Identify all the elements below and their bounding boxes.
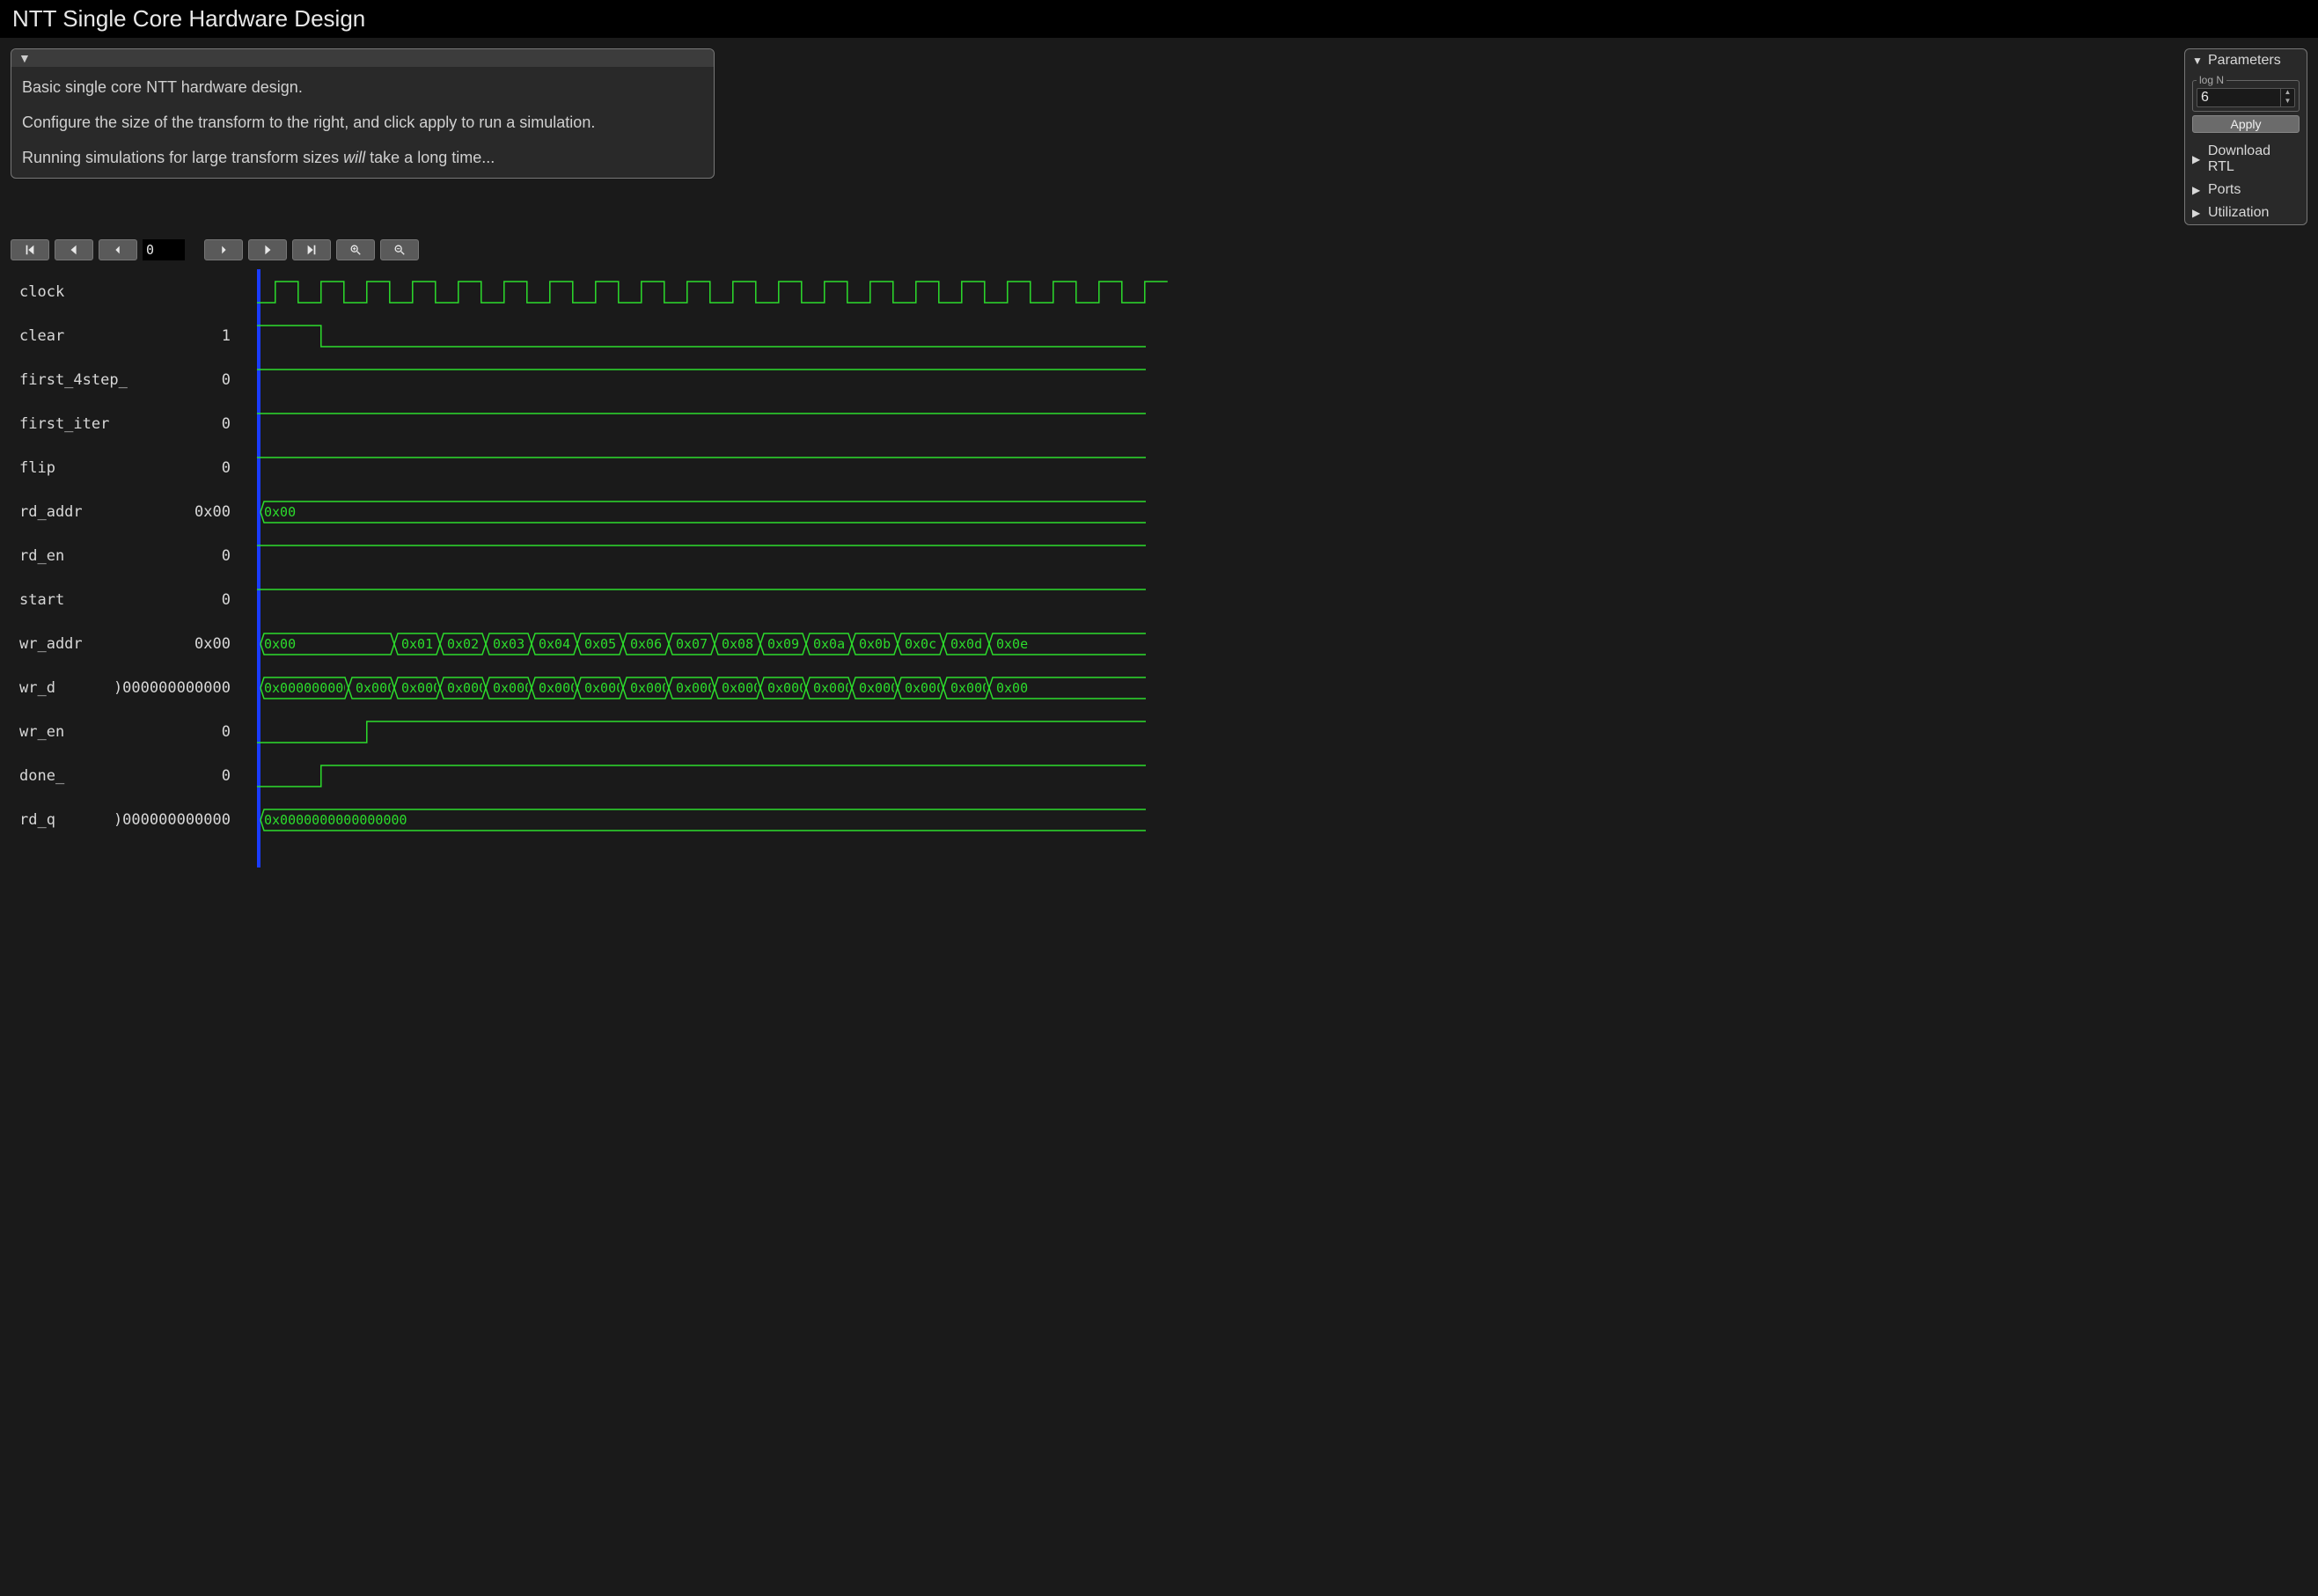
signal-row[interactable]: first_4step_ 0 — [19, 370, 231, 391]
ports-header[interactable]: ▶ Ports — [2185, 179, 2307, 201]
signal-value: 0 — [222, 459, 231, 477]
chevron-right-icon: ▶ — [2192, 207, 2203, 219]
description-panel: ▼ Basic single core NTT hardware design.… — [11, 48, 715, 179]
signal-row[interactable]: clear 1 — [19, 326, 231, 347]
desc3-em: will — [343, 149, 365, 166]
signal-name: flip — [19, 459, 55, 477]
signal-name: wr_addr — [19, 635, 83, 653]
signal-row[interactable]: rd_q )000000000000 — [19, 809, 231, 831]
signal-value: )000000000000 — [114, 679, 231, 697]
signal-value: 0 — [222, 591, 231, 609]
step-back-big-button[interactable] — [55, 239, 93, 260]
signal-name: wr_d — [19, 679, 55, 697]
signal-value: 0 — [222, 371, 231, 389]
description-line-2: Configure the size of the transform to t… — [22, 111, 703, 134]
zoom-out-button[interactable] — [380, 239, 419, 260]
signal-value: 0 — [222, 767, 231, 785]
description-toggle[interactable]: ▼ — [11, 49, 714, 67]
logn-input[interactable] — [2197, 90, 2280, 106]
download-rtl-label: Download RTL — [2208, 143, 2300, 175]
signal-value: 0 — [222, 723, 231, 741]
signal-value: 0x00 — [194, 635, 231, 653]
signal-name: rd_q — [19, 811, 55, 829]
signal-name: clock — [19, 283, 64, 301]
step-fwd-big-button[interactable] — [248, 239, 287, 260]
download-rtl-header[interactable]: ▶ Download RTL — [2185, 140, 2307, 179]
logn-stepper[interactable]: ▲ ▼ — [2197, 88, 2295, 107]
go-end-button[interactable] — [292, 239, 331, 260]
signal-value: 0 — [222, 547, 231, 565]
ports-label: Ports — [2208, 182, 2241, 198]
signal-name: done_ — [19, 767, 64, 785]
step-back-button[interactable] — [99, 239, 137, 260]
signal-row[interactable]: wr_addr 0x00 — [19, 633, 231, 655]
utilization-label: Utilization — [2208, 205, 2269, 221]
signal-value: 0x00 — [194, 503, 231, 521]
description-line-1: Basic single core NTT hardware design. — [22, 76, 703, 99]
apply-button[interactable]: Apply — [2192, 115, 2300, 133]
signal-row[interactable]: start 0 — [19, 589, 231, 611]
zoom-in-button[interactable] — [336, 239, 375, 260]
chevron-right-icon: ▶ — [2192, 153, 2203, 165]
signal-row[interactable]: done_ 0 — [19, 765, 231, 787]
signal-name: wr_en — [19, 723, 64, 741]
top-area: ▼ Basic single core NTT hardware design.… — [0, 38, 2318, 236]
signal-row[interactable]: rd_en 0 — [19, 545, 231, 567]
step-fwd-button[interactable] — [204, 239, 243, 260]
page-title: NTT Single Core Hardware Design — [0, 0, 2318, 38]
chevron-down-icon: ▼ — [2192, 55, 2203, 67]
signal-row[interactable]: first_iter 0 — [19, 414, 231, 435]
signal-row[interactable]: rd_addr 0x00 — [19, 501, 231, 523]
chevron-right-icon: ▶ — [2192, 184, 2203, 196]
desc3-pre: Running simulations for large transform … — [22, 149, 343, 166]
signal-name: start — [19, 591, 64, 609]
logn-fieldset: log N ▲ ▼ — [2192, 74, 2300, 112]
waveform-canvas[interactable]: 0x000x000x010x020x030x040x050x060x070x08… — [257, 269, 2307, 868]
signal-name: first_iter — [19, 415, 109, 433]
parameters-label: Parameters — [2208, 53, 2281, 69]
description-line-3: Running simulations for large transform … — [22, 146, 703, 169]
signal-row[interactable]: wr_en 0 — [19, 721, 231, 743]
signal-name: first_4step_ — [19, 371, 128, 389]
signal-value: )000000000000 — [114, 811, 231, 829]
parameters-header[interactable]: ▼ Parameters — [2185, 49, 2307, 72]
description-body: Basic single core NTT hardware design. C… — [11, 67, 714, 178]
signal-name: rd_addr — [19, 503, 83, 521]
logn-label: log N — [2197, 74, 2226, 86]
logn-step-down[interactable]: ▼ — [2281, 98, 2294, 106]
utilization-header[interactable]: ▶ Utilization — [2185, 201, 2307, 224]
signal-value: 0 — [222, 415, 231, 433]
signal-name: clear — [19, 327, 64, 345]
cycle-input[interactable] — [143, 239, 185, 260]
signal-row[interactable]: wr_d )000000000000 — [19, 677, 231, 699]
wave-toolbar — [0, 236, 2318, 269]
side-panel: ▼ Parameters log N ▲ ▼ Apply ▶ Download … — [2184, 48, 2307, 225]
signal-name: rd_en — [19, 547, 64, 565]
parameters-content: log N ▲ ▼ Apply — [2185, 72, 2307, 140]
waveform-area: clock clear 1 first_4step_ 0 first_iter 0 flip 0… — [11, 269, 2307, 868]
signal-value: 1 — [222, 327, 231, 345]
signal-row[interactable]: flip 0 — [19, 458, 231, 479]
signal-names-column: clock clear 1 first_4step_ 0 first_iter 0 flip 0… — [11, 269, 239, 868]
desc3-post: take a long time... — [365, 149, 495, 166]
go-start-button[interactable] — [11, 239, 49, 260]
signal-row[interactable]: clock — [19, 282, 231, 303]
